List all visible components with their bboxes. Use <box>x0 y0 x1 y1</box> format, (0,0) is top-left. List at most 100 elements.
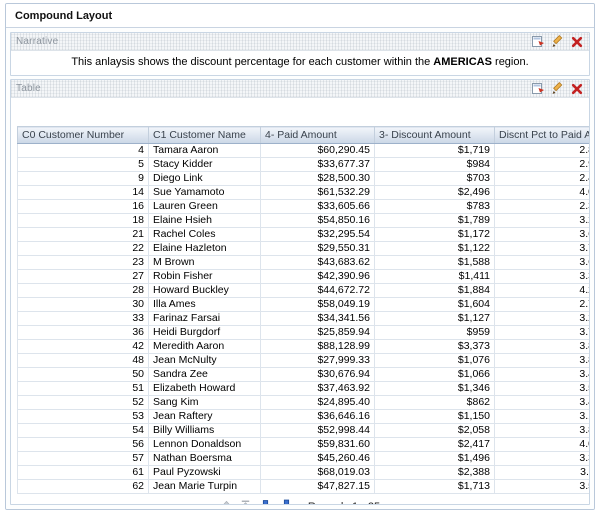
table-cell: 3.305% <box>494 451 589 466</box>
table-cell: 61 <box>17 465 149 480</box>
narrative-view-header: Narrative <box>11 33 589 51</box>
compound-layout-content: Narrative This anlaysis shows the discou… <box>6 28 594 509</box>
table-cell: $703 <box>374 171 495 186</box>
customer-name-link[interactable]: Elizabeth Howard <box>148 381 261 396</box>
table-cell: $1,076 <box>374 353 495 368</box>
table-cell: 3.511% <box>494 465 589 480</box>
format-view-icon[interactable] <box>531 34 546 49</box>
table-row: 9Diego Link$28,500.30$7032.466% <box>17 171 589 186</box>
customer-name-link[interactable]: Nathan Boersma <box>148 451 261 466</box>
table-row: 52Sang Kim$24,895.40$8623.464% <box>17 395 589 410</box>
customer-name-link[interactable]: Jean Raftery <box>148 409 261 424</box>
table-cell: $68,019.03 <box>260 465 375 480</box>
table-cell: 36 <box>17 325 149 340</box>
table-cell: 3.798% <box>494 241 589 256</box>
customer-name-link[interactable]: Illa Ames <box>148 297 261 312</box>
table-cell: 57 <box>17 451 149 466</box>
table-cell: 16 <box>17 199 149 214</box>
table-cell: $43,683.62 <box>260 255 375 270</box>
table-cell: 62 <box>17 479 149 494</box>
narrative-text-prefix: This anlaysis shows the discount percent… <box>71 56 434 68</box>
table-cell: 50 <box>17 367 149 382</box>
customer-name-link[interactable]: Elaine Hsieh <box>148 213 261 228</box>
table-cell: $54,850.16 <box>260 213 375 228</box>
table-cell: $44,672.72 <box>260 283 375 298</box>
table-cell: $27,999.33 <box>260 353 375 368</box>
table-cell: $984 <box>374 157 495 172</box>
table-row: 42Meredith Aaron$88,128.99$3,3733.827% <box>17 339 589 354</box>
table-cell: 2.330% <box>494 199 589 214</box>
table-cell: $1,346 <box>374 381 495 396</box>
edit-view-icon[interactable] <box>550 81 565 96</box>
customer-name-link[interactable]: Sang Kim <box>148 395 261 410</box>
table-cell: $1,411 <box>374 269 495 284</box>
customer-name-link[interactable]: Farinaz Farsai <box>148 311 261 326</box>
results-table-head: C0 Customer Number C1 Customer Name 4- P… <box>17 126 589 144</box>
edit-view-icon[interactable] <box>550 34 565 49</box>
table-row: 16Lauren Green$33,605.66$7832.330% <box>17 199 589 214</box>
column-header-paid-amount[interactable]: 4- Paid Amount <box>260 126 375 144</box>
customer-name-link[interactable]: Diego Link <box>148 171 261 186</box>
table-cell: 4.057% <box>494 185 589 200</box>
customer-name-link[interactable]: Heidi Burgdorf <box>148 325 261 340</box>
table-cell: $28,500.30 <box>260 171 375 186</box>
up-arrow-icon[interactable] <box>220 500 233 504</box>
customer-name-link[interactable]: Elaine Hazleton <box>148 241 261 256</box>
table-cell: $34,341.56 <box>260 311 375 326</box>
table-cell: $1,172 <box>374 227 495 242</box>
customer-name-link[interactable]: Tamara Aaron <box>148 143 261 158</box>
customer-name-link[interactable]: Sue Yamamoto <box>148 185 261 200</box>
remove-view-icon[interactable] <box>569 34 584 49</box>
table-view-actions <box>531 81 589 96</box>
table-cell: 3.842% <box>494 353 589 368</box>
table-cell: $36,646.16 <box>260 409 375 424</box>
customer-name-link[interactable]: Jean Marie Turpin <box>148 479 261 494</box>
column-header-discount-pct[interactable]: Discnt Pct to Paid Amt <box>494 126 589 144</box>
table-cell: $783 <box>374 199 495 214</box>
table-cell: $2,417 <box>374 437 495 452</box>
table-cell: $1,884 <box>374 283 495 298</box>
column-header-customer-number[interactable]: C0 Customer Number <box>17 126 149 144</box>
narrative-text-suffix: region. <box>491 56 529 68</box>
customer-name-link[interactable]: Howard Buckley <box>148 283 261 298</box>
customer-name-link[interactable]: Lennon Donaldson <box>148 437 261 452</box>
customer-name-link[interactable]: M Brown <box>148 255 261 270</box>
down-arrow-icon[interactable] <box>258 499 273 504</box>
table-cell: $2,496 <box>374 185 495 200</box>
down-arrow-bar-icon[interactable] <box>279 499 294 504</box>
results-table: C0 Customer Number C1 Customer Name 4- P… <box>17 126 589 494</box>
up-arrow-bar-icon[interactable] <box>239 500 252 504</box>
table-row: 18Elaine Hsieh$54,850.16$1,7893.261% <box>17 213 589 228</box>
table-cell: $1,127 <box>374 311 495 326</box>
format-view-icon[interactable] <box>531 81 546 96</box>
customer-name-link[interactable]: Robin Fisher <box>148 269 261 284</box>
table-cell: $45,260.46 <box>260 451 375 466</box>
customer-name-link[interactable]: Paul Pyzowski <box>148 465 261 480</box>
customer-name-link[interactable]: Sandra Zee <box>148 367 261 382</box>
narrative-text: This anlaysis shows the discount percent… <box>11 51 589 75</box>
table-cell: 9 <box>17 171 149 186</box>
table-cell: $47,827.15 <box>260 479 375 494</box>
table-cell: 53 <box>17 409 149 424</box>
customer-name-link[interactable]: Billy Williams <box>148 423 261 438</box>
remove-view-icon[interactable] <box>569 81 584 96</box>
customer-name-link[interactable]: Lauren Green <box>148 199 261 214</box>
table-cell: $88,128.99 <box>260 339 375 354</box>
table-cell: 4.216% <box>494 283 589 298</box>
records-label: Records 1 - 25 <box>308 501 380 505</box>
table-row: 51Elizabeth Howard$37,463.92$1,3463.592% <box>17 381 589 396</box>
column-header-customer-name[interactable]: C1 Customer Name <box>148 126 261 144</box>
table-cell: 23 <box>17 255 149 270</box>
table-cell: 3.636% <box>494 255 589 270</box>
customer-name-link[interactable]: Stacy Kidder <box>148 157 261 172</box>
header-row: C0 Customer Number C1 Customer Name 4- P… <box>17 126 589 144</box>
column-header-discount-amount[interactable]: 3- Discount Amount <box>374 126 495 144</box>
customer-name-link[interactable]: Rachel Coles <box>148 227 261 242</box>
results-table-body: 4Tamara Aaron$60,290.45$1,7192.852%5Stac… <box>17 143 589 494</box>
table-cell: 33 <box>17 311 149 326</box>
customer-name-link[interactable]: Jean McNulty <box>148 353 261 368</box>
table-cell: $1,066 <box>374 367 495 382</box>
customer-name-link[interactable]: Meredith Aaron <box>148 339 261 354</box>
table-row: 21Rachel Coles$32,295.54$1,1723.630% <box>17 227 589 242</box>
compound-layout-window: Compound Layout Narrative This anlaysis … <box>5 3 595 510</box>
